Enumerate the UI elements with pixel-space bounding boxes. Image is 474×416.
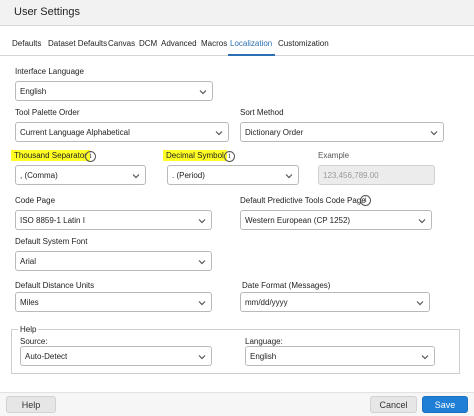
tab-bar: Defaults Dataset Defaults Canvas DCM Adv… (0, 34, 474, 56)
help-source-select[interactable]: Auto-Detect (20, 346, 212, 366)
interface-language-select[interactable]: English (15, 81, 213, 101)
date-format-label: Date Format (Messages) (242, 281, 331, 290)
help-button[interactable]: Help (6, 396, 56, 413)
code-page-value: ISO 8859-1 Latin I (20, 216, 85, 225)
chevron-down-icon (430, 131, 438, 136)
system-font-select[interactable]: Arial (15, 251, 212, 271)
cancel-button[interactable]: Cancel (370, 396, 417, 413)
chevron-down-icon (416, 301, 424, 306)
chevron-down-icon (198, 301, 206, 306)
help-group-title: Help (18, 325, 39, 334)
tool-palette-order-label: Tool Palette Order (15, 108, 80, 117)
tab-customization[interactable]: Customization (278, 39, 329, 48)
chevron-down-icon (132, 174, 140, 179)
tab-macros[interactable]: Macros (201, 39, 227, 48)
system-font-label: Default System Font (15, 237, 88, 246)
decimal-symbol-select[interactable]: . (Period) (167, 165, 299, 185)
window-title: User Settings (14, 6, 81, 18)
active-tab-indicator (228, 54, 275, 56)
distance-units-value: Miles (20, 298, 39, 307)
decimal-symbol-info-icon[interactable]: i (224, 151, 235, 162)
thousand-separator-select[interactable]: , (Comma) (15, 165, 146, 185)
sort-method-select[interactable]: Dictionary Order (240, 122, 444, 142)
thousand-separator-value: , (Comma) (20, 171, 58, 180)
save-button[interactable]: Save (422, 396, 468, 413)
code-page-select[interactable]: ISO 8859-1 Latin I (15, 210, 212, 230)
distance-units-select[interactable]: Miles (15, 292, 212, 312)
help-source-label: Source: (20, 337, 48, 346)
decimal-symbol-label: Decimal Symbol (163, 150, 227, 161)
tab-defaults[interactable]: Defaults (12, 39, 41, 48)
chevron-down-icon (199, 90, 207, 95)
predictive-code-page-label: Default Predictive Tools Code Page (240, 196, 366, 205)
chevron-down-icon (285, 174, 293, 179)
title-bar: User Settings (0, 0, 474, 26)
predictive-code-page-value: Western European (CP 1252) (245, 216, 351, 225)
help-language-select[interactable]: English (245, 346, 435, 366)
tool-palette-order-value: Current Language Alphabetical (20, 128, 130, 137)
decimal-symbol-value: . (Period) (172, 171, 205, 180)
chevron-down-icon (421, 355, 429, 360)
help-source-value: Auto-Detect (25, 352, 68, 361)
thousand-separator-label: Thousand Separator (11, 150, 90, 161)
sort-method-value: Dictionary Order (245, 128, 304, 137)
sort-method-label: Sort Method (240, 108, 284, 117)
help-language-value: English (250, 352, 277, 361)
tab-advanced[interactable]: Advanced (161, 39, 197, 48)
date-format-value: mm/dd/yyyy (245, 298, 288, 307)
interface-language-label: Interface Language (15, 67, 84, 76)
example-label: Example (318, 151, 350, 160)
thousand-separator-info-icon[interactable]: i (85, 151, 96, 162)
predictive-code-page-info-icon[interactable]: i (360, 195, 371, 206)
chevron-down-icon (198, 219, 206, 224)
chevron-down-icon (198, 355, 206, 360)
predictive-code-page-select[interactable]: Western European (CP 1252) (240, 210, 432, 230)
chevron-down-icon (198, 260, 206, 265)
tab-dcm[interactable]: DCM (139, 39, 157, 48)
tab-canvas[interactable]: Canvas (108, 39, 135, 48)
tab-dataset-defaults[interactable]: Dataset Defaults (48, 39, 107, 48)
help-language-label: Language: (245, 337, 283, 346)
interface-language-value: English (20, 87, 47, 96)
example-field: 123,456,789.00 (318, 165, 435, 185)
chevron-down-icon (418, 219, 426, 224)
system-font-value: Arial (20, 257, 37, 266)
distance-units-label: Default Distance Units (15, 281, 95, 290)
tab-localization[interactable]: Localization (230, 39, 272, 48)
tool-palette-order-select[interactable]: Current Language Alphabetical (15, 122, 229, 142)
chevron-down-icon (215, 131, 223, 136)
date-format-select[interactable]: mm/dd/yyyy (240, 292, 430, 312)
code-page-label: Code Page (15, 196, 56, 205)
example-value: 123,456,789.00 (323, 171, 379, 180)
